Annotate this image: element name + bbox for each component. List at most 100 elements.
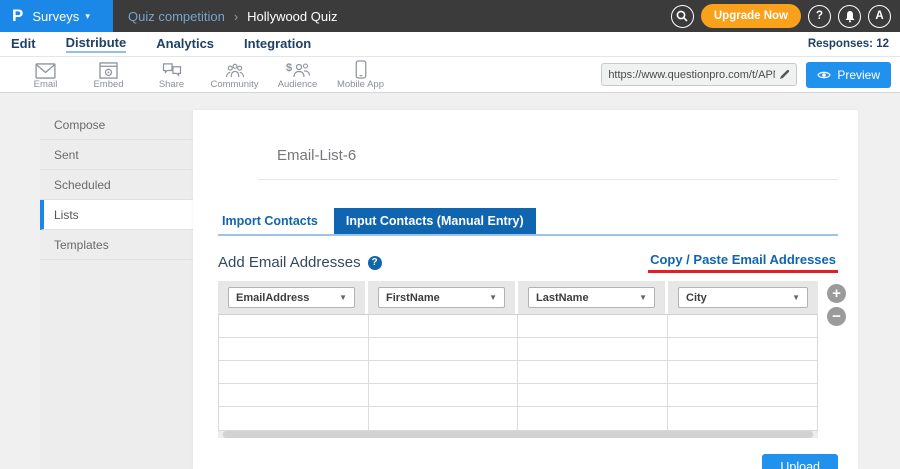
column-select-firstname[interactable]: FirstName ▼ — [378, 287, 505, 308]
copy-paste-email-addresses-link[interactable]: Copy / Paste Email Addresses — [648, 252, 838, 273]
column-select-lastname[interactable]: LastName ▼ — [528, 287, 655, 308]
table-cell[interactable] — [219, 338, 369, 360]
select-value: LastName — [536, 292, 589, 304]
notifications-button[interactable] — [838, 5, 861, 28]
select-value: City — [686, 292, 707, 304]
tab-import-contacts[interactable]: Import Contacts — [218, 209, 334, 234]
questionpro-logo-icon: P — [12, 6, 23, 26]
table-cell[interactable] — [668, 407, 818, 430]
table-row — [219, 384, 817, 407]
search-button[interactable] — [671, 5, 694, 28]
preview-label: Preview — [837, 68, 880, 82]
table-cell[interactable] — [668, 361, 818, 383]
upgrade-button[interactable]: Upgrade Now — [701, 4, 801, 28]
column-select-emailaddress[interactable]: EmailAddress ▼ — [228, 287, 355, 308]
tool-label: Audience — [278, 79, 318, 90]
table-cell[interactable] — [369, 384, 519, 406]
contacts-table: EmailAddress ▼ FirstName ▼ LastName ▼ — [218, 281, 818, 438]
scrollbar-thumb[interactable] — [223, 431, 813, 438]
chevron-down-icon: ▼ — [639, 293, 647, 302]
preview-button[interactable]: Preview — [806, 62, 891, 88]
nav-item-integration[interactable]: Integration — [244, 36, 311, 52]
table-cell[interactable] — [668, 338, 818, 360]
chevron-down-icon: ▼ — [489, 293, 497, 302]
nav-item-analytics[interactable]: Analytics — [156, 36, 214, 52]
help-button[interactable]: ? — [808, 5, 831, 28]
contacts-tabs: Import Contacts Input Contacts (Manual E… — [218, 208, 838, 236]
table-cell[interactable] — [518, 361, 668, 383]
table-cell[interactable] — [369, 315, 519, 337]
add-email-section-header: Add Email Addresses ? Copy / Paste Email… — [218, 252, 838, 273]
tool-email[interactable]: Email — [14, 59, 77, 90]
table-cell[interactable] — [518, 384, 668, 406]
contacts-table-body — [218, 314, 818, 431]
sidebar-item-lists[interactable]: Lists — [40, 200, 193, 230]
add-row-button[interactable]: + — [827, 284, 846, 303]
survey-nav: Edit Distribute Analytics Integration Re… — [0, 32, 900, 57]
select-value: FirstName — [386, 292, 440, 304]
table-cell[interactable] — [518, 338, 668, 360]
contacts-table-header: EmailAddress ▼ FirstName ▼ LastName ▼ — [218, 281, 818, 314]
topbar-actions: Upgrade Now ? A — [671, 4, 900, 28]
share-icon — [161, 59, 183, 79]
breadcrumb: Quiz competition › Hollywood Quiz — [128, 9, 338, 24]
table-cell[interactable] — [369, 407, 519, 430]
embed-icon — [99, 59, 118, 79]
upload-button[interactable]: Upload — [762, 454, 838, 469]
column-header-cell: EmailAddress ▼ — [218, 281, 368, 314]
table-cell[interactable] — [219, 407, 369, 430]
tool-mobile-app[interactable]: Mobile App — [329, 59, 392, 90]
table-cell[interactable] — [668, 315, 818, 337]
tool-label: Community — [210, 79, 258, 90]
horizontal-scrollbar[interactable] — [218, 431, 818, 438]
sidebar-item-scheduled[interactable]: Scheduled — [40, 170, 193, 200]
table-cell[interactable] — [518, 315, 668, 337]
audience-icon: $ — [286, 59, 310, 79]
distribute-toolbar: Email Embed Share Community $ Audience M… — [0, 57, 900, 93]
tool-embed[interactable]: Embed — [77, 59, 140, 90]
sidebar-item-sent[interactable]: Sent — [40, 140, 193, 170]
tool-share[interactable]: Share — [140, 59, 203, 90]
mobile-app-icon — [355, 59, 367, 79]
product-switcher-label: Surveys — [32, 9, 79, 24]
toolbar-right: https://www.questionpro.com/t/APNrFZ Pre… — [601, 62, 900, 88]
table-cell[interactable] — [518, 407, 668, 430]
edit-url-button[interactable] — [779, 69, 790, 80]
help-icon[interactable]: ? — [368, 256, 382, 270]
breadcrumb-parent[interactable]: Quiz competition — [128, 9, 225, 24]
topbar: P Surveys ▾ Quiz competition › Hollywood… — [0, 0, 900, 32]
community-icon — [224, 59, 246, 79]
survey-url-value: https://www.questionpro.com/t/APNrFZ — [608, 69, 775, 81]
responses-count[interactable]: Responses: 12 — [808, 38, 889, 50]
table-cell[interactable] — [369, 338, 519, 360]
sidebar-item-compose[interactable]: Compose — [40, 110, 193, 140]
sidebar-item-templates[interactable]: Templates — [40, 230, 193, 260]
remove-row-button[interactable]: − — [827, 307, 846, 326]
avatar[interactable]: A — [868, 5, 891, 28]
product-switcher[interactable]: P Surveys ▾ — [0, 0, 113, 32]
tool-community[interactable]: Community — [203, 59, 266, 90]
avatar-initial: A — [875, 10, 883, 22]
tool-audience[interactable]: $ Audience — [266, 59, 329, 90]
tool-label: Mobile App — [337, 79, 384, 90]
chevron-down-icon: ▾ — [85, 11, 90, 22]
chevron-down-icon: ▼ — [339, 293, 347, 302]
nav-item-edit[interactable]: Edit — [11, 36, 36, 52]
breadcrumb-current: Hollywood Quiz — [247, 9, 337, 24]
tab-input-contacts-manual-entry[interactable]: Input Contacts (Manual Entry) — [334, 208, 536, 234]
table-row — [219, 338, 817, 361]
table-cell[interactable] — [219, 315, 369, 337]
column-header-cell: LastName ▼ — [518, 281, 668, 314]
table-cell[interactable] — [369, 361, 519, 383]
table-cell[interactable] — [219, 361, 369, 383]
table-cell[interactable] — [668, 384, 818, 406]
nav-item-distribute[interactable]: Distribute — [66, 35, 127, 53]
breadcrumb-separator-icon: › — [234, 9, 238, 24]
tool-label: Email — [34, 79, 58, 90]
pencil-icon — [779, 69, 790, 80]
column-select-city[interactable]: City ▼ — [678, 287, 808, 308]
table-cell[interactable] — [219, 384, 369, 406]
survey-url-input[interactable]: https://www.questionpro.com/t/APNrFZ — [601, 63, 797, 86]
column-header-cell: City ▼ — [668, 281, 818, 314]
upload-row: Upload — [218, 454, 838, 469]
